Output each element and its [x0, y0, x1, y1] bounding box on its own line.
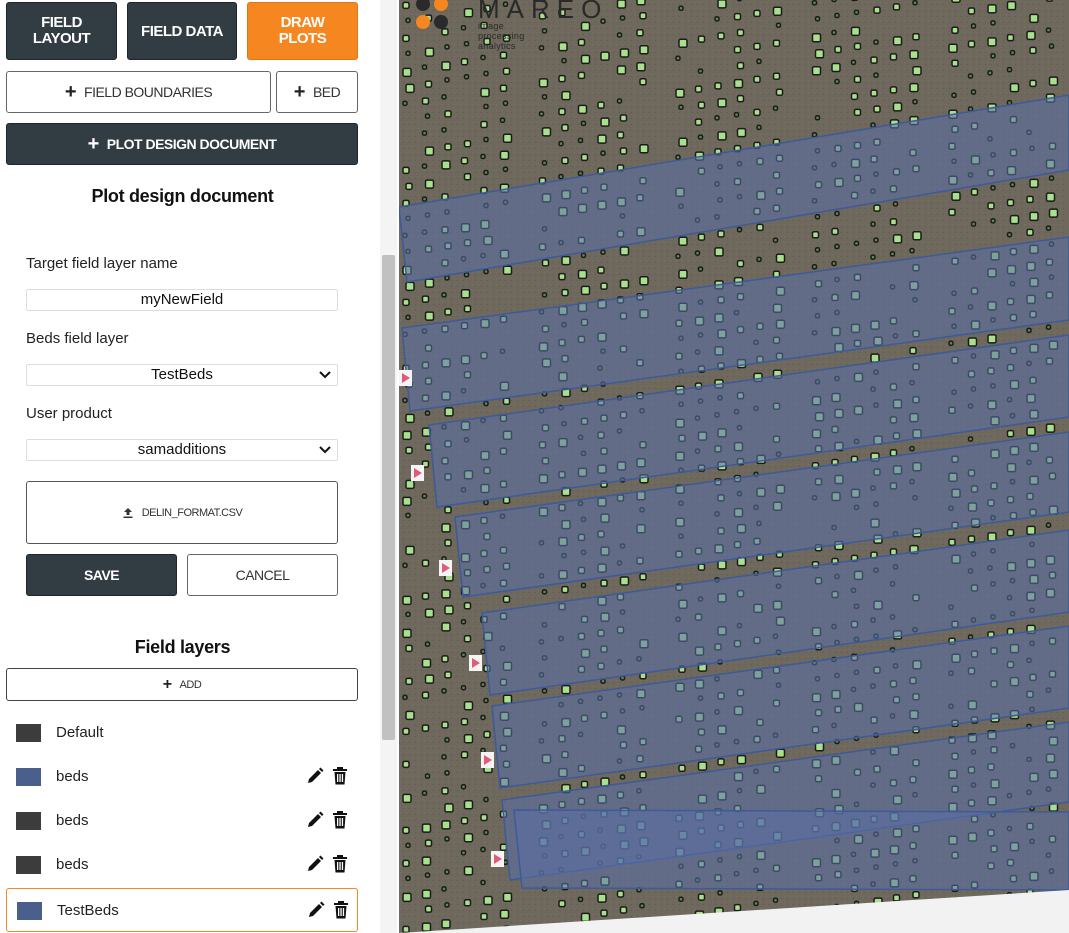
layer-color-swatch[interactable] — [17, 902, 42, 920]
file-upload-button[interactable]: DELIN_FORMAT.CSV — [26, 481, 338, 544]
pencil-icon[interactable] — [307, 901, 325, 919]
layer-name: TestBeds — [57, 902, 119, 919]
pencil-icon[interactable] — [306, 855, 324, 873]
sidebar-scrollbar[interactable] — [380, 0, 397, 933]
plus-icon: + — [64, 81, 77, 103]
logo-subtitle: image processing analytics — [478, 21, 525, 51]
field-layer-item[interactable]: Default — [6, 711, 358, 755]
add-plot-design-document-button[interactable]: + PLOT DESIGN DOCUMENT — [6, 123, 358, 165]
layer-color-swatch[interactable] — [16, 812, 41, 830]
beds-layer-select[interactable]: TestBeds — [26, 364, 338, 386]
target-layer-label: Target field layer name — [26, 255, 178, 272]
field-layer-item[interactable]: beds — [6, 755, 358, 799]
trash-icon[interactable] — [332, 811, 348, 829]
tab-draw-plots-label: DRAW PLOTS — [278, 14, 327, 47]
plot-design-document-label: PLOT DESIGN DOCUMENT — [106, 136, 277, 152]
field-layers-heading: Field layers — [134, 637, 231, 657]
pencil-icon[interactable] — [306, 767, 324, 785]
logo-icon — [416, 0, 448, 29]
trash-icon[interactable] — [333, 901, 349, 919]
pencil-icon[interactable] — [306, 811, 324, 829]
user-product-label: User product — [26, 405, 112, 422]
save-button[interactable]: SAVE — [26, 554, 177, 596]
layer-color-swatch[interactable] — [16, 856, 41, 874]
layer-name: beds — [56, 768, 89, 785]
upload-icon — [123, 507, 133, 518]
cancel-label: CANCEL — [235, 567, 290, 583]
add-bed-button[interactable]: + BED — [276, 71, 358, 113]
field-layer-item[interactable]: TestBeds — [6, 888, 358, 932]
file-name: DELIN_FORMAT.CSV — [141, 506, 243, 519]
layer-name: beds — [56, 856, 89, 873]
beds-layer-value: TestBeds — [151, 366, 213, 383]
map-view[interactable]: MAREO image processing analytics — [399, 0, 1069, 933]
layer-name: Default — [56, 724, 104, 741]
layer-name: beds — [56, 812, 89, 829]
field-layer-item[interactable]: beds — [6, 799, 358, 843]
chevron-down-icon — [319, 371, 331, 379]
tab-field-data-label: FIELD DATA — [141, 22, 223, 40]
user-product-select[interactable]: samadditions — [26, 439, 338, 461]
add-field-layer-button[interactable]: + ADD — [6, 668, 358, 701]
plot-design-heading: Plot design document — [91, 186, 274, 206]
plus-icon: + — [162, 675, 172, 693]
add-field-boundaries-button[interactable]: + FIELD BOUNDARIES — [6, 71, 271, 113]
bed-label: BED — [312, 84, 341, 100]
chevron-down-icon — [319, 446, 331, 454]
layer-color-swatch[interactable] — [16, 768, 41, 786]
plus-icon: + — [87, 133, 100, 155]
save-label: SAVE — [83, 567, 120, 583]
sidebar: FIELD LAYOUT FIELD DATA DRAW PLOTS + FIE… — [0, 0, 380, 933]
field-boundaries-label: FIELD BOUNDARIES — [84, 84, 213, 100]
tab-field-layout-label: FIELD LAYOUT — [32, 14, 91, 47]
tab-field-data[interactable]: FIELD DATA — [127, 2, 237, 60]
field-layer-item[interactable]: beds — [6, 843, 358, 887]
user-product-value: samadditions — [137, 441, 227, 458]
add-label: ADD — [179, 678, 202, 691]
layer-color-swatch[interactable] — [16, 724, 41, 742]
beds-layer-label: Beds field layer — [26, 330, 129, 347]
plus-icon: + — [293, 81, 306, 103]
aerial-map[interactable] — [399, 0, 1069, 933]
scrollbar-thumb[interactable] — [382, 255, 395, 740]
tab-field-layout[interactable]: FIELD LAYOUT — [6, 2, 117, 60]
trash-icon[interactable] — [332, 855, 348, 873]
tab-draw-plots[interactable]: DRAW PLOTS — [247, 2, 358, 60]
target-layer-input[interactable]: myNewField — [26, 289, 338, 311]
trash-icon[interactable] — [332, 767, 348, 785]
cancel-button[interactable]: CANCEL — [187, 554, 338, 596]
